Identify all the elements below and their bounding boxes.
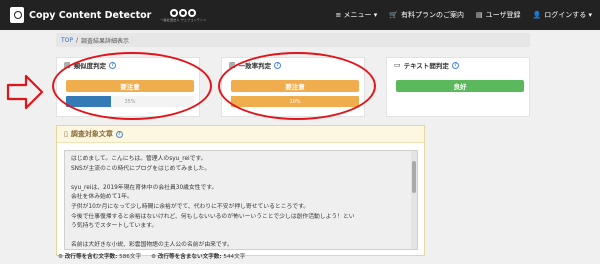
- nav-paid-plan-link[interactable]: 🛒 有料プランのご案内: [389, 10, 464, 20]
- help-icon[interactable]: ?: [451, 61, 459, 69]
- book-icon: ▯: [64, 130, 68, 138]
- target-text-lines: はじめまして。こんにちは。管理人のsyu_reiです。 SNSが主流のこの時代にブ…: [71, 155, 407, 249]
- cart-icon: 🛒: [389, 11, 399, 19]
- breadcrumb-separator: /: [76, 36, 79, 44]
- annotation-circle-match-rate: [218, 52, 376, 120]
- text-comparison-badge: 良好: [396, 80, 524, 92]
- document-icon: ▭: [394, 61, 401, 69]
- text-line: SNSが主流のこの時代にブログをはじめてみました。: [71, 165, 211, 172]
- app-logo-icon[interactable]: [10, 7, 24, 23]
- user-register-icon: ▤: [476, 11, 483, 19]
- nav-paid-plan-label: 有料プランのご案内: [401, 11, 465, 19]
- text-line: 子供が10か月になって少し時間に余裕がでて、代わりに不安が押し寄せているところで…: [71, 203, 310, 210]
- target-text-panel-header: ▯ 調査対象文章 ?: [57, 126, 424, 143]
- text-line: 今後で仕事復帰すると余裕はないけれど、何もしないいるのが怖いーいうことで少しは創…: [71, 213, 355, 220]
- nav-register-link[interactable]: ▤ ユーザ登録: [476, 10, 521, 20]
- target-text-panel-title: 調査対象文章: [70, 130, 113, 138]
- count-with-newlines: ⚙ 改行等を含む文字数: 586文字: [58, 254, 142, 260]
- top-navbar: Copy Content Detector 一般社団法人 ウェブコンテンツ ≡ …: [0, 0, 600, 30]
- gear-icon: ⚙: [58, 254, 64, 260]
- organization-logo: 一般社団法人 ウェブコンテンツ: [160, 8, 207, 22]
- text-line: 名前は大好きな小説、彩雲国物語の主人公の名前が由来です。: [71, 242, 233, 249]
- app-title[interactable]: Copy Content Detector: [29, 10, 151, 21]
- nav-menu-dropdown[interactable]: ≡ メニュー ▾: [335, 10, 377, 20]
- breadcrumb-top-link[interactable]: TOP: [61, 37, 73, 44]
- text-comparison-card: ▭ テキスト間判定 ? 良好: [386, 57, 530, 117]
- text-scrollbar-thumb[interactable]: [412, 161, 416, 193]
- nav-login-dropdown[interactable]: 👤 ログインする ▾: [533, 10, 592, 20]
- text-line: はじめまして。こんにちは。管理人のsyu_reiです。: [71, 156, 207, 162]
- character-counts: ⚙ 改行等を含む文字数: 586文字 ⚙ 改行等を含まない文字数: 544文字: [58, 252, 245, 260]
- text-line: [71, 232, 407, 242]
- organization-logo-subtext: 一般社団法人 ウェブコンテンツ: [160, 17, 207, 22]
- text-line: syu_reiは、2019年現在育休中の会社員30歳女性です。: [71, 184, 218, 191]
- annotation-circle-similarity: [52, 52, 212, 120]
- gear-icon: ⚙: [151, 254, 157, 260]
- text-comparison-card-title: テキスト間判定: [403, 62, 449, 70]
- nav-menu-label: ≡ メニュー ▾: [335, 11, 378, 19]
- text-line: う気持ちでスタートしています。: [71, 223, 158, 230]
- nav-login-label: ログインする ▾: [544, 11, 592, 19]
- annotation-arrow-icon: [6, 74, 44, 110]
- text-line: 会社を休み始めて1年。: [71, 194, 133, 201]
- text-scrollbar[interactable]: [411, 151, 417, 249]
- nav-register-label: ユーザ登録: [485, 11, 521, 19]
- target-text-area[interactable]: はじめまして。こんにちは。管理人のsyu_reiです。 SNSが主流のこの時代にブ…: [64, 150, 418, 250]
- help-icon[interactable]: ?: [115, 130, 123, 138]
- login-icon: 👤: [532, 11, 542, 19]
- nav-menu: ≡ メニュー ▾ 🛒 有料プランのご案内 ▤ ユーザ登録 👤 ログインする ▾: [335, 0, 592, 30]
- breadcrumb: TOP / 調査結果詳細表示: [56, 33, 530, 47]
- text-comparison-card-header: ▭ テキスト間判定 ?: [387, 58, 529, 72]
- main-container: TOP / 調査結果詳細表示 ▥ 類似度判定 ? 要注意 35% ▥ 一致率判定…: [56, 33, 530, 117]
- breadcrumb-current: 調査結果詳細表示: [81, 37, 130, 45]
- text-line: [71, 174, 407, 184]
- count-without-newlines: ⚙ 改行等を含まない文字数: 544文字: [151, 254, 246, 260]
- target-text-panel: ▯ 調査対象文章 ? はじめまして。こんにちは。管理人のsyu_reiです。 SN…: [56, 125, 425, 256]
